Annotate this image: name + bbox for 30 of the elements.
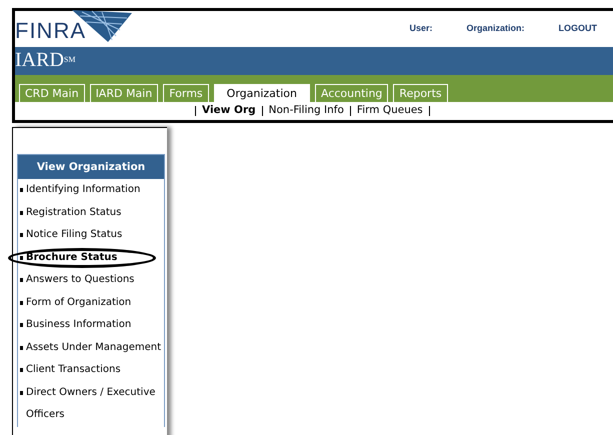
sidebar-title: View Organization (18, 155, 164, 179)
subnav-link[interactable]: Non-Filing Info (268, 102, 344, 120)
logo-text: FINRA (15, 20, 86, 42)
nav-tab[interactable]: Organization (214, 84, 310, 102)
bullet-icon (20, 300, 23, 304)
bullet-icon (20, 210, 23, 214)
bullet-icon (20, 256, 23, 260)
sidebar-item[interactable]: Identifying Information (26, 179, 140, 202)
sidebar-item[interactable]: Answers to Questions (26, 269, 134, 292)
subnav-link[interactable]: View Org (202, 102, 256, 120)
sidebar-item[interactable]: Direct Owners / Executive Officers (26, 382, 164, 426)
bullet-icon (20, 368, 23, 372)
header-link[interactable]: Organization: (466, 22, 524, 36)
bullet-icon (20, 188, 23, 192)
sidebar-item[interactable]: Assets Under Management (26, 336, 162, 359)
bullet-icon (20, 233, 23, 237)
sidebar-item[interactable]: Registration Status (26, 202, 122, 224)
sidebar-item[interactable]: Notice Filing Status (26, 224, 122, 246)
bullet-icon (20, 390, 23, 394)
sidebar-item[interactable]: Brochure Status (26, 246, 118, 269)
header-link[interactable]: LOGOUT (558, 22, 597, 36)
sidebar-item[interactable]: Business Information (26, 314, 132, 336)
subnav-link[interactable]: Firm Queues (356, 102, 423, 120)
bullet-icon (20, 278, 23, 282)
header-link[interactable]: User: (409, 22, 432, 36)
app-title: IARD$^{SM}$ (15, 49, 76, 71)
sidebar-item[interactable]: Client Transactions (26, 359, 121, 382)
sidebar-item[interactable]: Form of Organization (26, 292, 132, 314)
bullet-icon (20, 346, 23, 350)
bullet-icon (20, 323, 23, 327)
